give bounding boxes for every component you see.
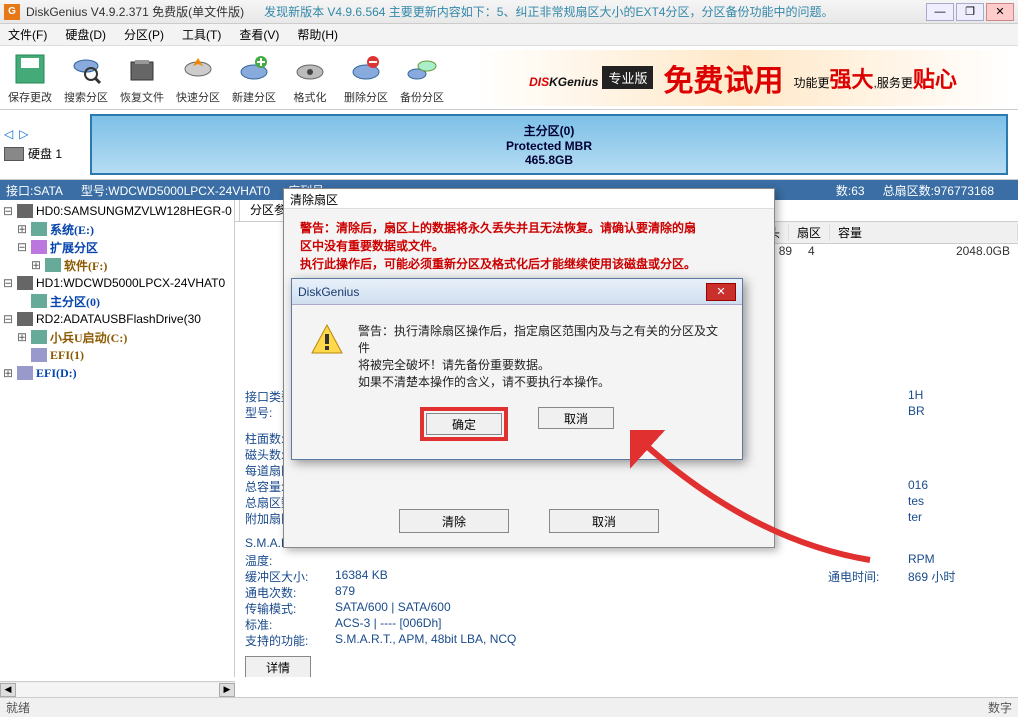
tree-rd2-efi[interactable]: EFI(1): [2, 346, 232, 364]
format-icon: [292, 51, 328, 87]
new-partition-button[interactable]: 新建分区: [230, 51, 278, 105]
confirm-title-bar: DiskGenius ✕: [292, 279, 742, 305]
nav-next-icon[interactable]: ▷: [19, 127, 28, 141]
partition-type: Protected MBR: [506, 139, 592, 153]
tree-hd0[interactable]: ⊟HD0:SAMSUNGMZVLW128HEGR-0: [2, 202, 232, 220]
disk-icon: [4, 147, 24, 161]
info-total-sectors: 总扇区数:976773168: [883, 182, 994, 199]
confirm-title: DiskGenius: [298, 285, 359, 299]
info-heads: 数:63: [836, 182, 865, 199]
tree-hd0-sys[interactable]: ⊞系统(E:): [2, 220, 232, 238]
clear-dialog-title: 清除扇区: [284, 189, 774, 209]
search-partition-button[interactable]: 搜索分区: [62, 51, 110, 105]
scroll-left-icon[interactable]: ◀: [0, 683, 16, 697]
confirm-text: 警告：执行清除扇区操作后，指定扇区范围内及与之有关的分区及文件 将被完全破坏！请…: [358, 323, 724, 391]
tree-hd0-soft[interactable]: ⊞软件(F:): [2, 256, 232, 274]
confirm-close-button[interactable]: ✕: [706, 283, 736, 301]
clear-cancel-button[interactable]: 取消: [549, 509, 659, 533]
tree-rd2-xb[interactable]: ⊞小兵U启动(C:): [2, 328, 232, 346]
confirm-ok-button[interactable]: 确定: [426, 413, 502, 435]
partition-row: ◁ ▷ 硬盘 1 主分区(0) Protected MBR 465.8GB: [0, 110, 1018, 180]
menu-view[interactable]: 查看(V): [235, 24, 283, 45]
table-header: 磁头扇区容量: [748, 222, 1018, 244]
partition-size: 465.8GB: [525, 153, 573, 167]
title-bar: G DiskGenius V4.9.2.371 免费版(单文件版) 发现新版本 …: [0, 0, 1018, 24]
delete-partition-button[interactable]: 删除分区: [342, 51, 390, 105]
details-button[interactable]: 详情: [245, 656, 311, 677]
disk-nav: ◁ ▷ 硬盘 1: [0, 110, 90, 179]
ok-highlight: 确定: [420, 407, 508, 441]
disk-label: 硬盘 1: [28, 145, 62, 162]
quick-partition-icon: [180, 51, 216, 87]
scroll-right-icon[interactable]: ▶: [219, 683, 235, 697]
window-title: DiskGenius V4.9.2.371 免费版(单文件版): [26, 3, 244, 20]
close-button[interactable]: ✕: [986, 3, 1014, 21]
new-partition-icon: [236, 51, 272, 87]
clear-dialog-warning: 警告：清除后，扇区上的数据将永久丢失并且无法恢复。请确认要清除的扇 区中没有重要…: [284, 209, 774, 283]
quick-partition-button[interactable]: 快速分区: [174, 51, 222, 105]
status-bar: 就绪 数字: [0, 697, 1018, 717]
backup-partition-icon: [404, 51, 440, 87]
confirm-dialog: DiskGenius ✕ 警告：执行清除扇区操作后，指定扇区范围内及与之有关的分…: [291, 278, 743, 460]
save-button[interactable]: 保存更改: [6, 51, 54, 105]
info-model: 型号:WDCWD5000LPCX-24VHAT0: [81, 182, 270, 199]
confirm-cancel-button[interactable]: 取消: [538, 407, 614, 429]
save-icon: [12, 51, 48, 87]
tree-hscroll[interactable]: ◀▶: [0, 681, 235, 697]
menu-tools[interactable]: 工具(T): [178, 24, 225, 45]
status-left: 就绪: [6, 699, 30, 716]
table-row[interactable]: 98942048.0GB: [748, 244, 1018, 258]
menu-bar: 文件(F) 硬盘(D) 分区(P) 工具(T) 查看(V) 帮助(H): [0, 24, 1018, 46]
format-button[interactable]: 格式化: [286, 51, 334, 105]
info-interface: 接口:SATA: [6, 182, 63, 199]
tree-rd2[interactable]: ⊟RD2:ADATAUSBFlashDrive(30: [2, 310, 232, 328]
menu-partition[interactable]: 分区(P): [120, 24, 168, 45]
toolbar: 保存更改 搜索分区 恢复文件 快速分区 新建分区 格式化 删除分区 备份分区 D…: [0, 46, 1018, 110]
delete-partition-icon: [348, 51, 384, 87]
maximize-button[interactable]: ❐: [956, 3, 984, 21]
status-right: 数字: [988, 699, 1012, 716]
tree-hd0-ext[interactable]: ⊟扩展分区: [2, 238, 232, 256]
tree-efi-d[interactable]: ⊞EFI(D:): [2, 364, 232, 382]
minimize-button[interactable]: —: [926, 3, 954, 21]
menu-help[interactable]: 帮助(H): [293, 24, 342, 45]
update-notice[interactable]: 发现新版本 V4.9.6.564 主要更新内容如下：5、纠正非常规扇区大小的EX…: [264, 3, 833, 20]
partition-bar[interactable]: 主分区(0) Protected MBR 465.8GB: [90, 114, 1008, 175]
menu-file[interactable]: 文件(F): [4, 24, 51, 45]
nav-prev-icon[interactable]: ◁: [4, 127, 13, 141]
clear-button[interactable]: 清除: [399, 509, 509, 533]
tree-hd1-main[interactable]: 主分区(0): [2, 292, 232, 310]
banner[interactable]: DISKGenius 专业版 免费试用 功能更强大,服务更贴心: [474, 50, 1012, 106]
disk-tree[interactable]: ⊟HD0:SAMSUNGMZVLW128HEGR-0 ⊞系统(E:) ⊟扩展分区…: [0, 200, 235, 677]
search-partition-icon: [68, 51, 104, 87]
app-icon: G: [4, 4, 20, 20]
recover-file-button[interactable]: 恢复文件: [118, 51, 166, 105]
recover-file-icon: [124, 51, 160, 87]
warning-icon: [310, 323, 344, 357]
backup-partition-button[interactable]: 备份分区: [398, 51, 446, 105]
partition-name: 主分区(0): [524, 122, 575, 139]
menu-disk[interactable]: 硬盘(D): [61, 24, 110, 45]
tree-hd1[interactable]: ⊟HD1:WDCWD5000LPCX-24VHAT0: [2, 274, 232, 292]
